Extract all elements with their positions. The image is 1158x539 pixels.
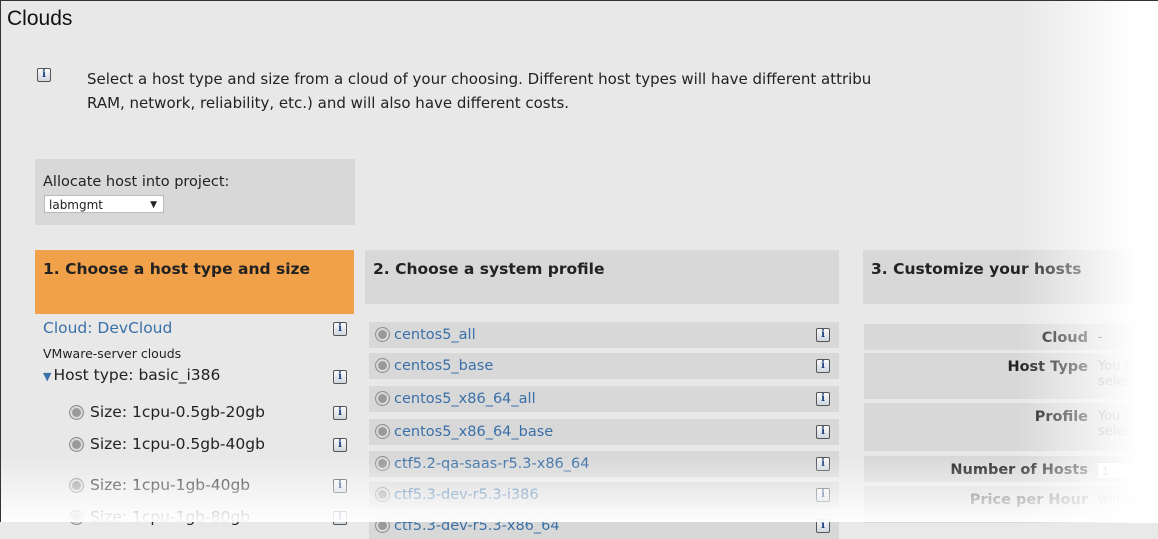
profile-label: centos5_all <box>394 327 476 343</box>
host-type-field-label: Host Type <box>1007 359 1088 375</box>
size-option[interactable]: Size: 1cpu-0.5gb-20gb <box>69 399 265 425</box>
cloud-field-value: - <box>1098 330 1103 345</box>
num-hosts-value: 1 <box>1102 465 1109 478</box>
profile-option[interactable]: centos5_base i <box>369 353 839 379</box>
profile-label: ctf5.2-qa-saas-r5.3-x86_64 <box>394 456 590 472</box>
page-title: Clouds <box>7 7 73 30</box>
triangle-down-icon: ▼ <box>43 370 52 383</box>
radio-button[interactable] <box>69 510 84 525</box>
info-icon[interactable]: i <box>333 438 347 452</box>
profile-option[interactable]: ctf5.3-dev-r5.3-x86_64 i <box>369 513 839 539</box>
radio-button[interactable] <box>375 456 390 471</box>
price-label: Price per Hour <box>969 492 1088 508</box>
allocate-project-box: Allocate host into project: labmgmt ▼ <box>35 159 355 225</box>
customize-row-num-hosts: Number of Hosts 1 <box>864 456 1158 482</box>
size-option[interactable]: Size: 1cpu-0.5gb-40gb <box>69 431 265 457</box>
radio-button[interactable] <box>69 437 84 452</box>
info-icon[interactable]: i <box>333 322 347 336</box>
info-icon[interactable]: i <box>333 479 347 493</box>
radio-button[interactable] <box>375 327 390 342</box>
info-icon[interactable]: i <box>816 425 830 439</box>
clouds-window: Clouds i Select a host type and size fro… <box>0 0 1158 539</box>
profile-option[interactable]: ctf5.3-dev-r5.3-i386 i <box>369 482 839 508</box>
profile-option[interactable]: centos5_all i <box>369 322 839 348</box>
profile-option[interactable]: centos5_x86_64_base i <box>369 419 839 445</box>
project-select[interactable]: labmgmt ▼ <box>44 195 164 213</box>
info-icon[interactable]: i <box>816 488 830 502</box>
info-icon[interactable]: i <box>816 457 830 471</box>
step2-header: 2. Choose a system profile <box>365 250 839 304</box>
info-icon[interactable]: i <box>333 370 347 384</box>
size-label: Size: 1cpu-1gb-40gb <box>90 476 251 494</box>
profile-field-label: Profile <box>1034 409 1088 425</box>
num-hosts-label: Number of Hosts <box>950 462 1088 478</box>
profile-field-value: You ha selecte <box>1098 409 1145 439</box>
chevron-down-icon: ▼ <box>150 200 157 210</box>
step3-header: 3. Customize your hosts <box>863 250 1158 304</box>
allocate-label: Allocate host into project: <box>43 174 230 190</box>
cloud-title-link[interactable]: Cloud: DevCloud <box>43 319 172 337</box>
size-label: Size: 1cpu-1gb-80gb <box>90 508 251 526</box>
radio-button[interactable] <box>375 424 390 439</box>
info-icon[interactable]: i <box>333 511 347 525</box>
customize-row-host-type: Host Type You ha selecte <box>864 353 1158 399</box>
num-hosts-select[interactable]: 1 <box>1097 462 1157 479</box>
host-type-label: Host type: basic_i386 <box>53 366 221 384</box>
project-select-value: labmgmt <box>49 198 104 212</box>
radio-button[interactable] <box>375 358 390 373</box>
profile-label: centos5_x86_64_base <box>394 424 554 440</box>
radio-button[interactable] <box>375 487 390 502</box>
size-label: Size: 1cpu-0.5gb-20gb <box>90 403 265 421</box>
radio-button[interactable] <box>375 518 390 533</box>
info-icon[interactable]: i <box>816 519 830 533</box>
profile-label: centos5_base <box>394 358 494 374</box>
info-icon[interactable]: i <box>816 359 830 373</box>
radio-button[interactable] <box>375 391 390 406</box>
price-value: will be <box>1098 492 1140 507</box>
profile-label: ctf5.3-dev-r5.3-x86_64 <box>394 518 560 534</box>
intro-text: Select a host type and size from a cloud… <box>87 70 872 112</box>
radio-button[interactable] <box>69 405 84 420</box>
profile-label: centos5_x86_64_all <box>394 391 536 407</box>
size-option[interactable]: Size: 1cpu-1gb-80gb <box>69 504 250 530</box>
info-icon[interactable]: i <box>816 392 830 406</box>
size-option[interactable]: Size: 1cpu-1gb-40gb <box>69 472 250 498</box>
info-icon[interactable]: i <box>816 328 830 342</box>
info-icon: i <box>37 68 51 82</box>
customize-row-profile: Profile You ha selecte <box>864 403 1158 451</box>
radio-button[interactable] <box>69 478 84 493</box>
host-type-toggle[interactable]: ▼ Host type: basic_i386 <box>43 366 220 384</box>
customize-row-price: Price per Hour will be <box>864 486 1158 523</box>
customize-row-cloud: Cloud - <box>864 324 1158 350</box>
step1-header: 1. Choose a host type and size <box>35 250 354 314</box>
profile-label: ctf5.3-dev-r5.3-i386 <box>394 487 539 503</box>
profile-option[interactable]: ctf5.2-qa-saas-r5.3-x86_64 i <box>369 451 839 477</box>
host-type-field-value: You ha selecte <box>1098 359 1145 389</box>
cloud-field-label: Cloud <box>1041 330 1088 346</box>
info-icon[interactable]: i <box>333 406 347 420</box>
cloud-subtitle: VMware-server clouds <box>43 346 182 361</box>
profile-option[interactable]: centos5_x86_64_all i <box>369 386 839 412</box>
size-label: Size: 1cpu-0.5gb-40gb <box>90 435 265 453</box>
